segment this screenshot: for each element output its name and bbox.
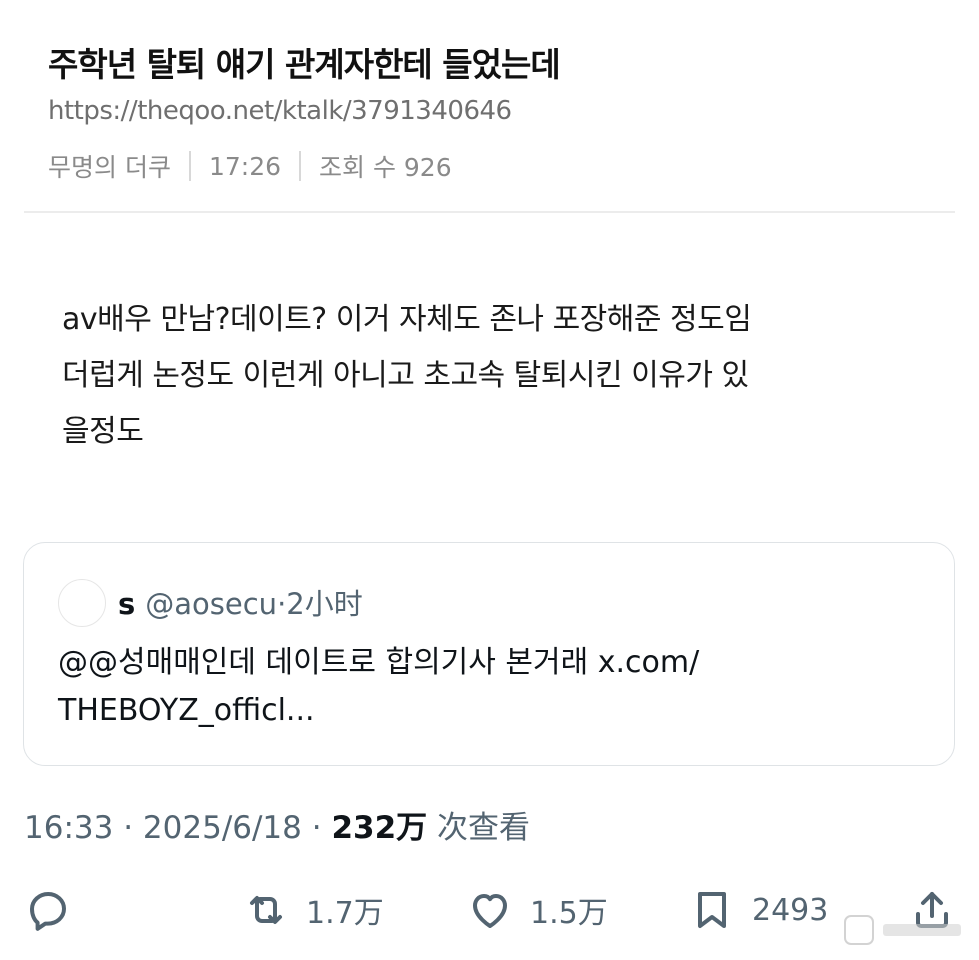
views-count: 232万 — [331, 810, 428, 846]
reply-icon — [30, 892, 66, 931]
tweet-meta: 16:33 · 2025/6/18 · 232万 次查看 — [24, 802, 530, 847]
article-url: https://theqoo.net/ktalk/3791340646 — [48, 96, 512, 126]
header-separator: · — [277, 587, 287, 621]
article-body-line: 더럽게 논정도 이런게 아니고 초고속 탈퇴시킨 이유가 있 — [62, 358, 749, 393]
article-body-line: 을정도 — [62, 414, 144, 449]
views-label: 次查看 — [437, 810, 531, 846]
article-time: 17:26 — [208, 151, 281, 181]
article-meta: 무명의 더쿠 17:26 조회 수 926 — [48, 148, 452, 184]
avatar[interactable] — [58, 579, 106, 627]
watermark-logo — [844, 915, 961, 945]
action-bar: 1.7万 1.5万 2493 — [0, 880, 979, 950]
heart-icon — [473, 894, 507, 928]
article-screenshot: 주학년 탈퇴 얘기 관계자한테 들었는데 https://theqoo.net/… — [0, 0, 979, 520]
retweet-count: 1.7万 — [306, 896, 384, 931]
quoted-tweet-line: THEBOYZ_officl... — [58, 693, 315, 728]
bookmark-count: 2493 — [752, 892, 829, 928]
article-body-line: av배우 만남?데이트? 이거 자체도 존나 포장해준 정도임 — [62, 302, 752, 337]
reply-button[interactable] — [24, 880, 88, 940]
article-author: 무명의 더쿠 — [48, 153, 171, 182]
quoted-tweet-time: 2小时 — [286, 587, 363, 621]
quoted-tweet-text: @@성매매인데 데이트로 합의기사 본거래 x.com/ THEBOYZ_off… — [58, 639, 699, 735]
quoted-tweet[interactable]: s @aosecu·2小时 @@성매매인데 데이트로 합의기사 본거래 x.com… — [23, 542, 955, 766]
meta-separator: · — [123, 810, 134, 846]
meta-divider — [188, 151, 191, 181]
quoted-tweet-header: s @aosecu·2小时 — [118, 581, 363, 623]
quoted-author-name[interactable]: s — [118, 587, 135, 621]
tweet-date[interactable]: 2025/6/18 — [143, 810, 302, 846]
article-views: 조회 수 926 — [319, 153, 452, 182]
like-button[interactable]: 1.5万 — [466, 880, 608, 940]
bookmark-button[interactable]: 2493 — [688, 880, 828, 940]
like-count: 1.5万 — [530, 896, 608, 931]
retweet-icon — [250, 896, 282, 924]
article-body: av배우 만남?데이트? 이거 자체도 존나 포장해준 정도임 더럽게 논정도 … — [62, 292, 922, 460]
bookmark-icon — [698, 892, 726, 928]
quoted-author-handle[interactable]: @aosecu — [145, 587, 277, 621]
article-divider — [24, 211, 955, 213]
meta-separator: · — [311, 810, 322, 846]
meta-divider — [299, 151, 301, 181]
article-title: 주학년 탈퇴 얘기 관계자한테 들었는데 — [48, 45, 561, 84]
quoted-tweet-line: @@성매매인데 데이트로 합의기사 본거래 x.com/ — [58, 645, 700, 680]
tweet-time[interactable]: 16:33 — [24, 810, 113, 846]
retweet-button[interactable]: 1.7万 — [242, 880, 384, 940]
